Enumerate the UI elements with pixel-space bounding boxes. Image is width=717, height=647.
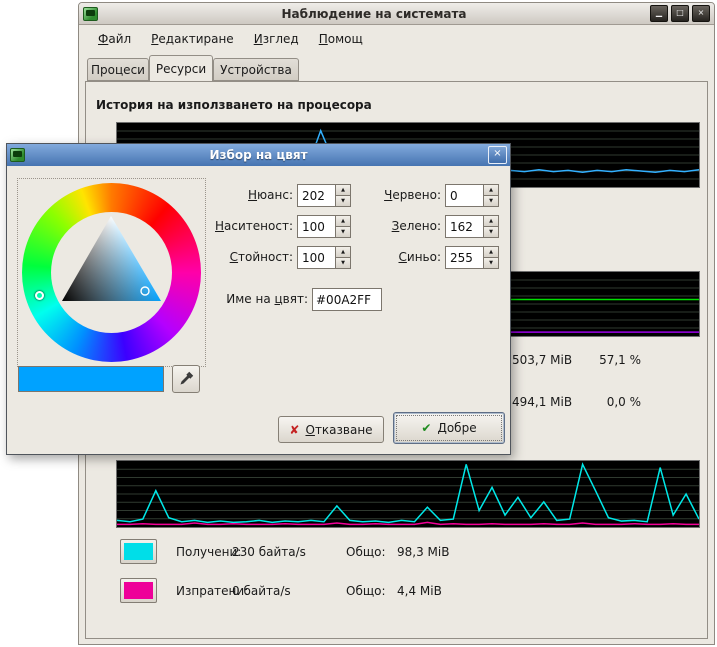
hue-label-text: юанс: [257, 188, 293, 202]
eyedropper-icon [178, 371, 194, 387]
color-chooser-dialog: Избор на цвят × [6, 143, 511, 455]
menu-view-text: зглед [263, 32, 299, 46]
dialog-icon [10, 148, 25, 162]
menu-file-text: айл [108, 32, 131, 46]
red-up-icon[interactable]: ▲ [484, 184, 499, 196]
green-label-text: елено: [399, 219, 441, 233]
value-label-mnemonic: С [230, 250, 238, 264]
screen: Наблюдение на системата ▁ □ × Файл Редак… [0, 0, 717, 647]
hue-marker[interactable] [35, 291, 44, 300]
ok-icon: ✔ [421, 421, 431, 435]
color-name-input[interactable] [312, 288, 382, 311]
blue-down-icon[interactable]: ▼ [484, 258, 499, 269]
value-input[interactable] [297, 246, 336, 269]
saturation-label-text: аситеност: [224, 219, 293, 233]
received-color-fill [124, 543, 153, 560]
menu-file-mnemonic: Ф [98, 32, 108, 46]
green-down-icon[interactable]: ▼ [484, 227, 499, 238]
received-total-label: Общо: [346, 545, 386, 559]
hue-label-mnemonic: Н [248, 188, 257, 202]
red-spinner: ▲▼ [445, 184, 499, 207]
green-label: Зелено: [337, 215, 441, 238]
menu-edit[interactable]: Редактиране [142, 29, 243, 49]
cancel-button-label: Отказване [305, 423, 372, 437]
sent-rate: 0 байта/s [232, 584, 291, 598]
green-up-icon[interactable]: ▲ [484, 215, 499, 227]
menubar: Файл Редактиране Изглед Помощ [79, 26, 714, 51]
received-color-button[interactable] [120, 539, 157, 564]
sent-color-fill [124, 582, 153, 599]
ok-mnemonic: Д [437, 421, 446, 435]
swap-used-value: 494,1 MiB [512, 395, 572, 409]
menu-help[interactable]: Помощ [310, 29, 372, 49]
received-rate: 230 байта/s [232, 545, 306, 559]
sent-total: 4,4 MiB [397, 584, 442, 598]
swap-used-percent: 0,0 % [579, 395, 641, 409]
menu-view[interactable]: Изглед [245, 29, 308, 49]
red-down-icon[interactable]: ▼ [484, 196, 499, 207]
color-name-label-text: вят: [283, 292, 308, 306]
menu-view-mnemonic: И [254, 32, 263, 46]
network-history-plot [117, 461, 699, 527]
main-window-title: Наблюдение на системата [98, 7, 650, 21]
menu-file[interactable]: Файл [89, 29, 140, 49]
eyedropper-button[interactable] [172, 365, 200, 393]
blue-label-text: иньо: [407, 250, 441, 264]
red-label: Червено: [337, 184, 441, 207]
blue-label: Синьо: [337, 246, 441, 269]
saturation-label: Наситеност: [177, 215, 293, 238]
color-name-label: Име на цвят: [177, 288, 308, 311]
maximize-icon[interactable]: □ [671, 5, 689, 22]
tab-devices[interactable]: Устройства [213, 58, 299, 81]
dialog-close-icon[interactable]: × [488, 146, 507, 164]
green-input[interactable] [445, 215, 484, 238]
cancel-text: тказване [315, 423, 373, 437]
main-titlebar[interactable]: Наблюдение на системата ▁ □ × [79, 3, 714, 25]
blue-spinner: ▲▼ [445, 246, 499, 269]
menu-edit-text: едактиране [158, 32, 233, 46]
ok-button[interactable]: ✔ Добре [393, 412, 505, 444]
saturation-input[interactable] [297, 215, 336, 238]
saturation-label-mnemonic: Н [215, 219, 224, 233]
green-steppers: ▲▼ [484, 215, 499, 238]
color-name-label-mnemonic: ц [275, 292, 283, 306]
received-total: 98,3 MiB [397, 545, 449, 559]
ok-button-label: Добре [437, 421, 476, 435]
sent-total-label: Общо: [346, 584, 386, 598]
red-steppers: ▲▼ [484, 184, 499, 207]
minimize-icon[interactable]: ▁ [650, 5, 668, 22]
network-history-graph [116, 460, 700, 528]
tab-processes[interactable]: Процеси [87, 58, 149, 81]
tab-resources[interactable]: Ресурси [149, 55, 213, 82]
blue-steppers: ▲▼ [484, 246, 499, 269]
ok-text: обре [447, 421, 477, 435]
cpu-history-heading: История на използването на процесора [96, 98, 372, 112]
sent-color-button[interactable] [120, 578, 157, 603]
value-label: Стойност: [177, 246, 293, 269]
hue-input[interactable] [297, 184, 336, 207]
red-input[interactable] [445, 184, 484, 207]
saturation-value-triangle[interactable] [51, 212, 172, 333]
cancel-button[interactable]: ✘ Отказване [278, 416, 384, 443]
close-icon[interactable]: × [692, 5, 710, 22]
memory-used-value: 503,7 MiB [512, 353, 572, 367]
dialog-titlebar[interactable]: Избор на цвят × [7, 144, 510, 166]
window-controls: ▁ □ × [650, 5, 710, 22]
red-label-text: ервено: [392, 188, 441, 202]
menu-help-text: омощ [328, 32, 363, 46]
cancel-icon: ✘ [289, 423, 299, 437]
menu-help-mnemonic: П [319, 32, 328, 46]
value-label-text: тойност: [238, 250, 293, 264]
cancel-mnemonic: О [305, 423, 314, 437]
blue-up-icon[interactable]: ▲ [484, 246, 499, 258]
hue-label: Нюанс: [177, 184, 293, 207]
blue-label-mnemonic: С [399, 250, 407, 264]
color-name-label-pre: Име на [226, 292, 274, 306]
system-monitor-icon [83, 7, 98, 21]
memory-used-percent: 57,1 % [579, 353, 641, 367]
color-preview [18, 366, 164, 392]
blue-input[interactable] [445, 246, 484, 269]
green-spinner: ▲▼ [445, 215, 499, 238]
dialog-title: Избор на цвят [7, 148, 510, 162]
